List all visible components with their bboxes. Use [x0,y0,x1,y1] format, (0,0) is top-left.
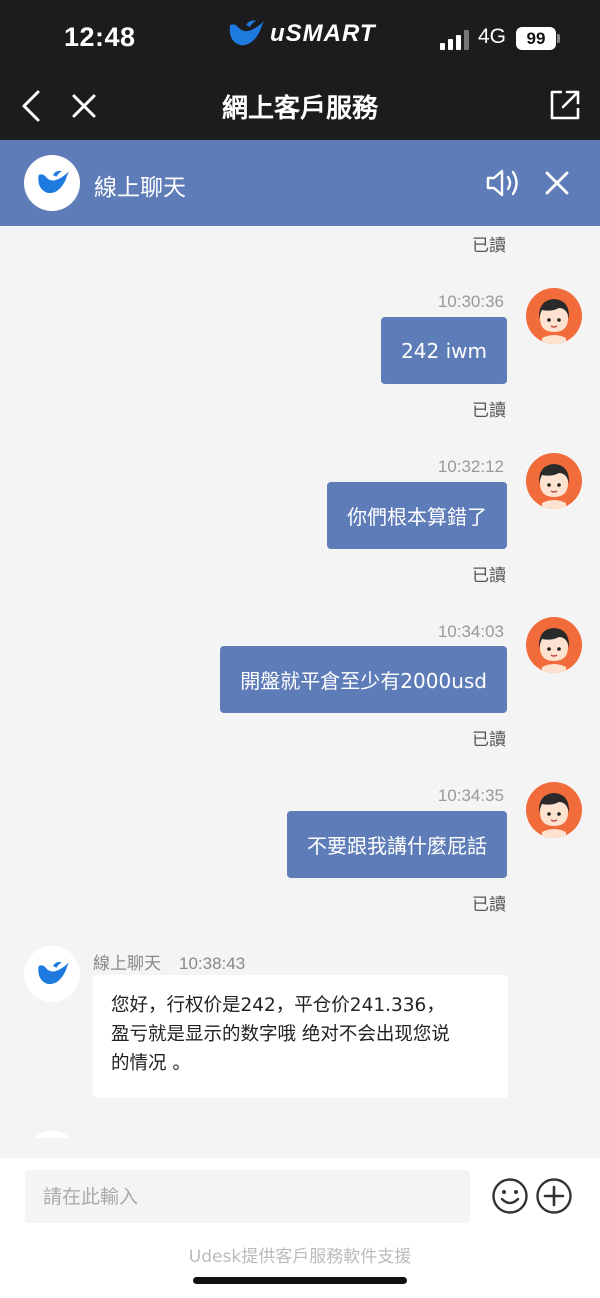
bot-avatar [24,1131,80,1138]
page-title: 網上客戶服務 [221,94,378,124]
user-face-icon [538,299,570,344]
message-time: 10:34:35 [437,786,504,805]
read-receipt: 已讀 [472,730,506,750]
message-line: 盈亏就是显示的数字哦 绝对不会出现您说 [111,1024,450,1045]
read-receipt: 已讀 [472,401,506,421]
user-avatar [526,453,582,509]
incoming-message[interactable]: 您好，行权价是242，平仓价241.336， 盈亏就是显示的数字哦 绝对不会出现… [93,975,508,1098]
outgoing-message[interactable]: 242 iwm [381,317,507,384]
brand-logo: uSMART [226,18,376,50]
usmart-logo-icon [38,170,69,194]
plus-icon[interactable] [535,1177,573,1215]
home-indicator [193,1277,407,1284]
user-face-icon [538,628,570,673]
outgoing-message[interactable]: 不要跟我講什麼屁話 [287,811,507,878]
user-avatar [526,617,582,673]
brand-name: uSMART [270,20,376,47]
close-icon[interactable] [544,170,570,196]
usmart-logo-icon [38,961,69,985]
message-time: 10:34:03 [437,622,504,641]
user-face-icon [538,793,570,838]
message-time: 10:32:12 [437,457,504,476]
outgoing-message[interactable]: 開盤就平倉至少有2000usd [220,646,507,713]
read-receipt: 已讀 [472,566,506,586]
top-bar: 12:48 uSMART 4G 99 網上客戶服務 [0,0,600,140]
bot-avatar [24,155,80,211]
network-type: 4G [478,25,507,48]
user-avatar [526,782,582,838]
battery-nub [557,34,560,43]
user-avatar [526,288,582,344]
message-line: 的情况 。 [111,1053,191,1074]
status-time: 12:48 [64,22,136,52]
read-receipt: 已讀 [472,236,506,256]
message-line: 您好，行权价是242，平仓价241.336， [111,995,445,1016]
user-face-icon [538,464,570,509]
external-link-icon[interactable] [548,88,582,122]
outgoing-message[interactable]: 你們根本算錯了 [327,482,507,549]
chat-title: 線上聊天 [94,175,186,201]
message-time: 10:30:36 [437,292,504,311]
powered-by: Udesk提供客戶服務軟件支援 [188,1247,412,1267]
battery-indicator: 99 [516,27,556,50]
sender-name: 線上聊天 [93,954,161,974]
signal-icon [440,30,469,50]
message-input[interactable] [25,1170,470,1223]
message-time: 10:38:43 [179,954,246,973]
emoji-icon[interactable] [491,1177,529,1215]
bot-avatar [24,946,80,1002]
usmart-logo-icon [229,20,264,46]
read-receipt: 已讀 [472,895,506,915]
incoming-meta: 線上聊天 10:38:43 [93,949,245,974]
message-list[interactable]: 已讀 10:30:36 242 iwm 已讀 10:32:12 你們根本算錯了 … [0,226,600,1138]
chat-header: 線上聊天 [0,140,600,226]
speaker-icon[interactable] [484,166,524,200]
